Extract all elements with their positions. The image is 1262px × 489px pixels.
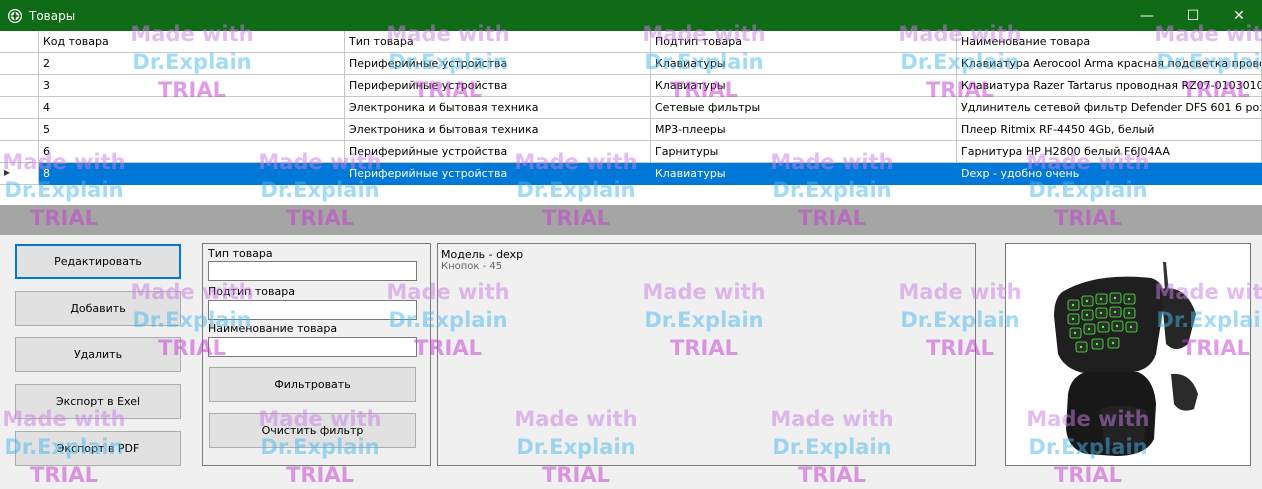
- table-cell[interactable]: Электроника и бытовая техника: [345, 97, 651, 119]
- type-label: Тип товара: [208, 247, 273, 260]
- minimize-button[interactable]: —: [1124, 0, 1170, 31]
- table-cell[interactable]: Клавиатуры: [651, 163, 957, 185]
- table-cell[interactable]: Периферийные устройства: [345, 163, 651, 185]
- filter-button[interactable]: Фильтровать: [209, 367, 416, 402]
- name-input[interactable]: [208, 337, 417, 357]
- export-excel-button[interactable]: Экспорт в Exel: [15, 384, 181, 419]
- type-input[interactable]: [208, 261, 417, 281]
- filter-panel: Тип товара Подтип товара Наименование то…: [202, 243, 431, 466]
- table-cell[interactable]: Удлинитель сетевой фильтр Defender DFS 6…: [957, 97, 1262, 119]
- table-cell[interactable]: Периферийные устройства: [345, 53, 651, 75]
- row-header[interactable]: [0, 163, 39, 185]
- row-header[interactable]: [0, 119, 39, 141]
- app-icon: [8, 9, 22, 23]
- title-bar: Товары — ☐ ✕: [0, 0, 1262, 31]
- table-cell[interactable]: Клавиатуры: [651, 75, 957, 97]
- export-pdf-button[interactable]: Экспорт в PDF: [15, 431, 181, 466]
- table-cell[interactable]: 5: [39, 119, 345, 141]
- row-header[interactable]: [0, 141, 39, 163]
- table-cell[interactable]: Периферийные устройства: [345, 141, 651, 163]
- table-cell[interactable]: Клавиатура Razer Tartarus проводная RZ07…: [957, 75, 1262, 97]
- table-cell[interactable]: 2: [39, 53, 345, 75]
- product-image-box: [1005, 243, 1251, 466]
- table-cell[interactable]: Сетевые фильтры: [651, 97, 957, 119]
- subtype-label: Подтип товара: [208, 285, 295, 298]
- table-cell[interactable]: MP3-плееры: [651, 119, 957, 141]
- column-header[interactable]: Код товара: [39, 31, 345, 53]
- close-button[interactable]: ✕: [1216, 0, 1262, 31]
- row-header[interactable]: [0, 75, 39, 97]
- subtype-input[interactable]: [208, 300, 417, 320]
- table-cell[interactable]: Электроника и бытовая техника: [345, 119, 651, 141]
- table-cell[interactable]: 4: [39, 97, 345, 119]
- table-cell[interactable]: 3: [39, 75, 345, 97]
- products-grid[interactable]: Код товара Тип товара Подтип товара Наимено…: [0, 31, 1262, 205]
- row-header[interactable]: [0, 97, 39, 119]
- description-keys: Кнопок - 45: [441, 261, 503, 272]
- keypad-image: [1054, 262, 1198, 456]
- table-cell[interactable]: Плеер Ritmix RF-4450 4Gb, белый: [957, 119, 1262, 141]
- splitter-band: [0, 205, 1262, 235]
- name-label: Наименование товара: [208, 322, 338, 335]
- description-box[interactable]: Модель - dexp Кнопок - 45: [437, 243, 976, 466]
- table-cell[interactable]: Dexp - удобно очень: [957, 163, 1262, 185]
- table-cell[interactable]: 8: [39, 163, 345, 185]
- edit-button[interactable]: Редактировать: [15, 244, 181, 279]
- table-cell[interactable]: 6: [39, 141, 345, 163]
- clear-filter-button[interactable]: Очистить фильтр: [209, 413, 416, 448]
- window-title: Товары: [29, 9, 76, 23]
- column-header[interactable]: Подтип товара: [651, 31, 957, 53]
- table-cell[interactable]: Клавиатуры: [651, 53, 957, 75]
- column-header[interactable]: Наименование товара: [957, 31, 1262, 53]
- delete-button[interactable]: Удалить: [15, 337, 181, 372]
- add-button[interactable]: Добавить: [15, 291, 181, 326]
- description-model: Модель - dexp: [441, 248, 524, 261]
- row-header[interactable]: [0, 53, 39, 75]
- column-header[interactable]: Тип товара: [345, 31, 651, 53]
- table-cell[interactable]: Гарнитура HP H2800 белый F6J04AA: [957, 141, 1262, 163]
- table-cell[interactable]: Периферийные устройства: [345, 75, 651, 97]
- table-cell[interactable]: Клавиатура Aerocool Arma красная подсвет…: [957, 53, 1262, 75]
- table-cell[interactable]: Гарнитуры: [651, 141, 957, 163]
- maximize-button[interactable]: ☐: [1170, 0, 1216, 31]
- grid-corner-header[interactable]: [0, 31, 39, 53]
